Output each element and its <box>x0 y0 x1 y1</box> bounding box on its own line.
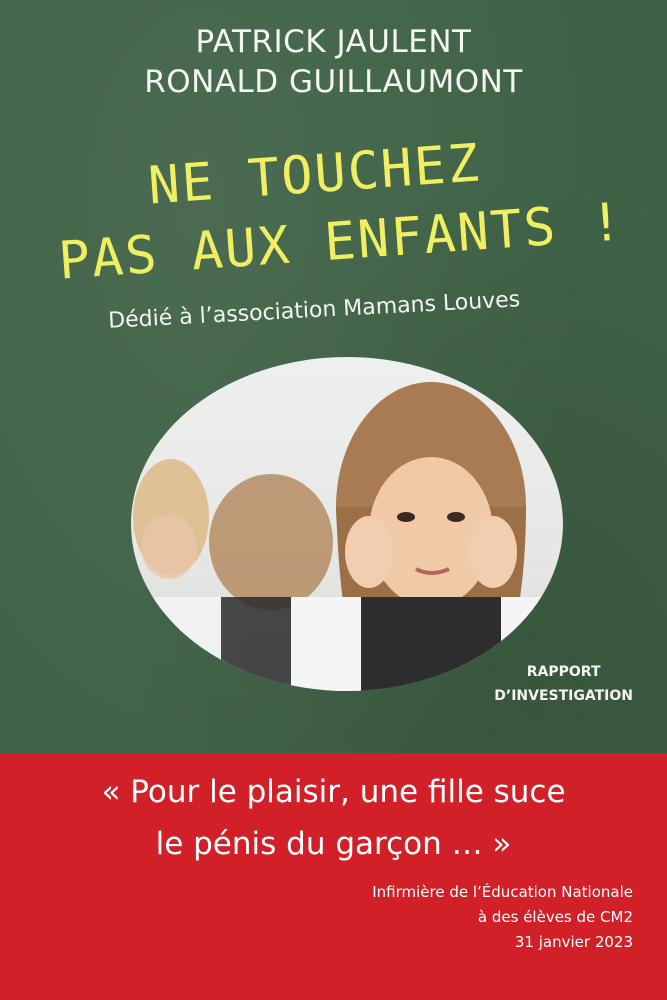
title-line-2: PAS AUX ENFANTS ! <box>56 192 626 292</box>
author-name: PATRICK JAULENT <box>195 24 472 60</box>
source-line: à des élèves de CM2 <box>477 908 633 926</box>
author-name: RONALD GUILLAUMONT <box>144 64 523 100</box>
authors-block: PATRICK JAULENT RONALD GUILLAUMONT <box>0 22 667 102</box>
title-line-1: NE TOUCHEZ <box>146 133 483 217</box>
quote-source: Infirmière de l’Éducation Nationale à de… <box>372 880 633 955</box>
report-label-line: D’INVESTIGATION <box>494 688 633 704</box>
dedication-subtitle: Dédié à l’association Mamans Louves <box>107 287 521 334</box>
quote-block: « Pour le plaisir, une fille suce le pén… <box>0 766 667 870</box>
source-date: 31 janvier 2023 <box>514 933 633 951</box>
children-photo-illustration <box>131 382 563 691</box>
cover-photo <box>131 357 563 691</box>
report-label: RAPPORT D’INVESTIGATION <box>494 660 633 708</box>
book-cover: PATRICK JAULENT RONALD GUILLAUMONT NE TO… <box>0 0 667 1000</box>
report-label-line: RAPPORT <box>526 664 601 680</box>
quote-line: « Pour le plaisir, une fille suce <box>101 774 566 810</box>
source-line: Infirmière de l’Éducation Nationale <box>372 883 633 901</box>
quote-line: le pénis du garçon … » <box>155 826 512 862</box>
